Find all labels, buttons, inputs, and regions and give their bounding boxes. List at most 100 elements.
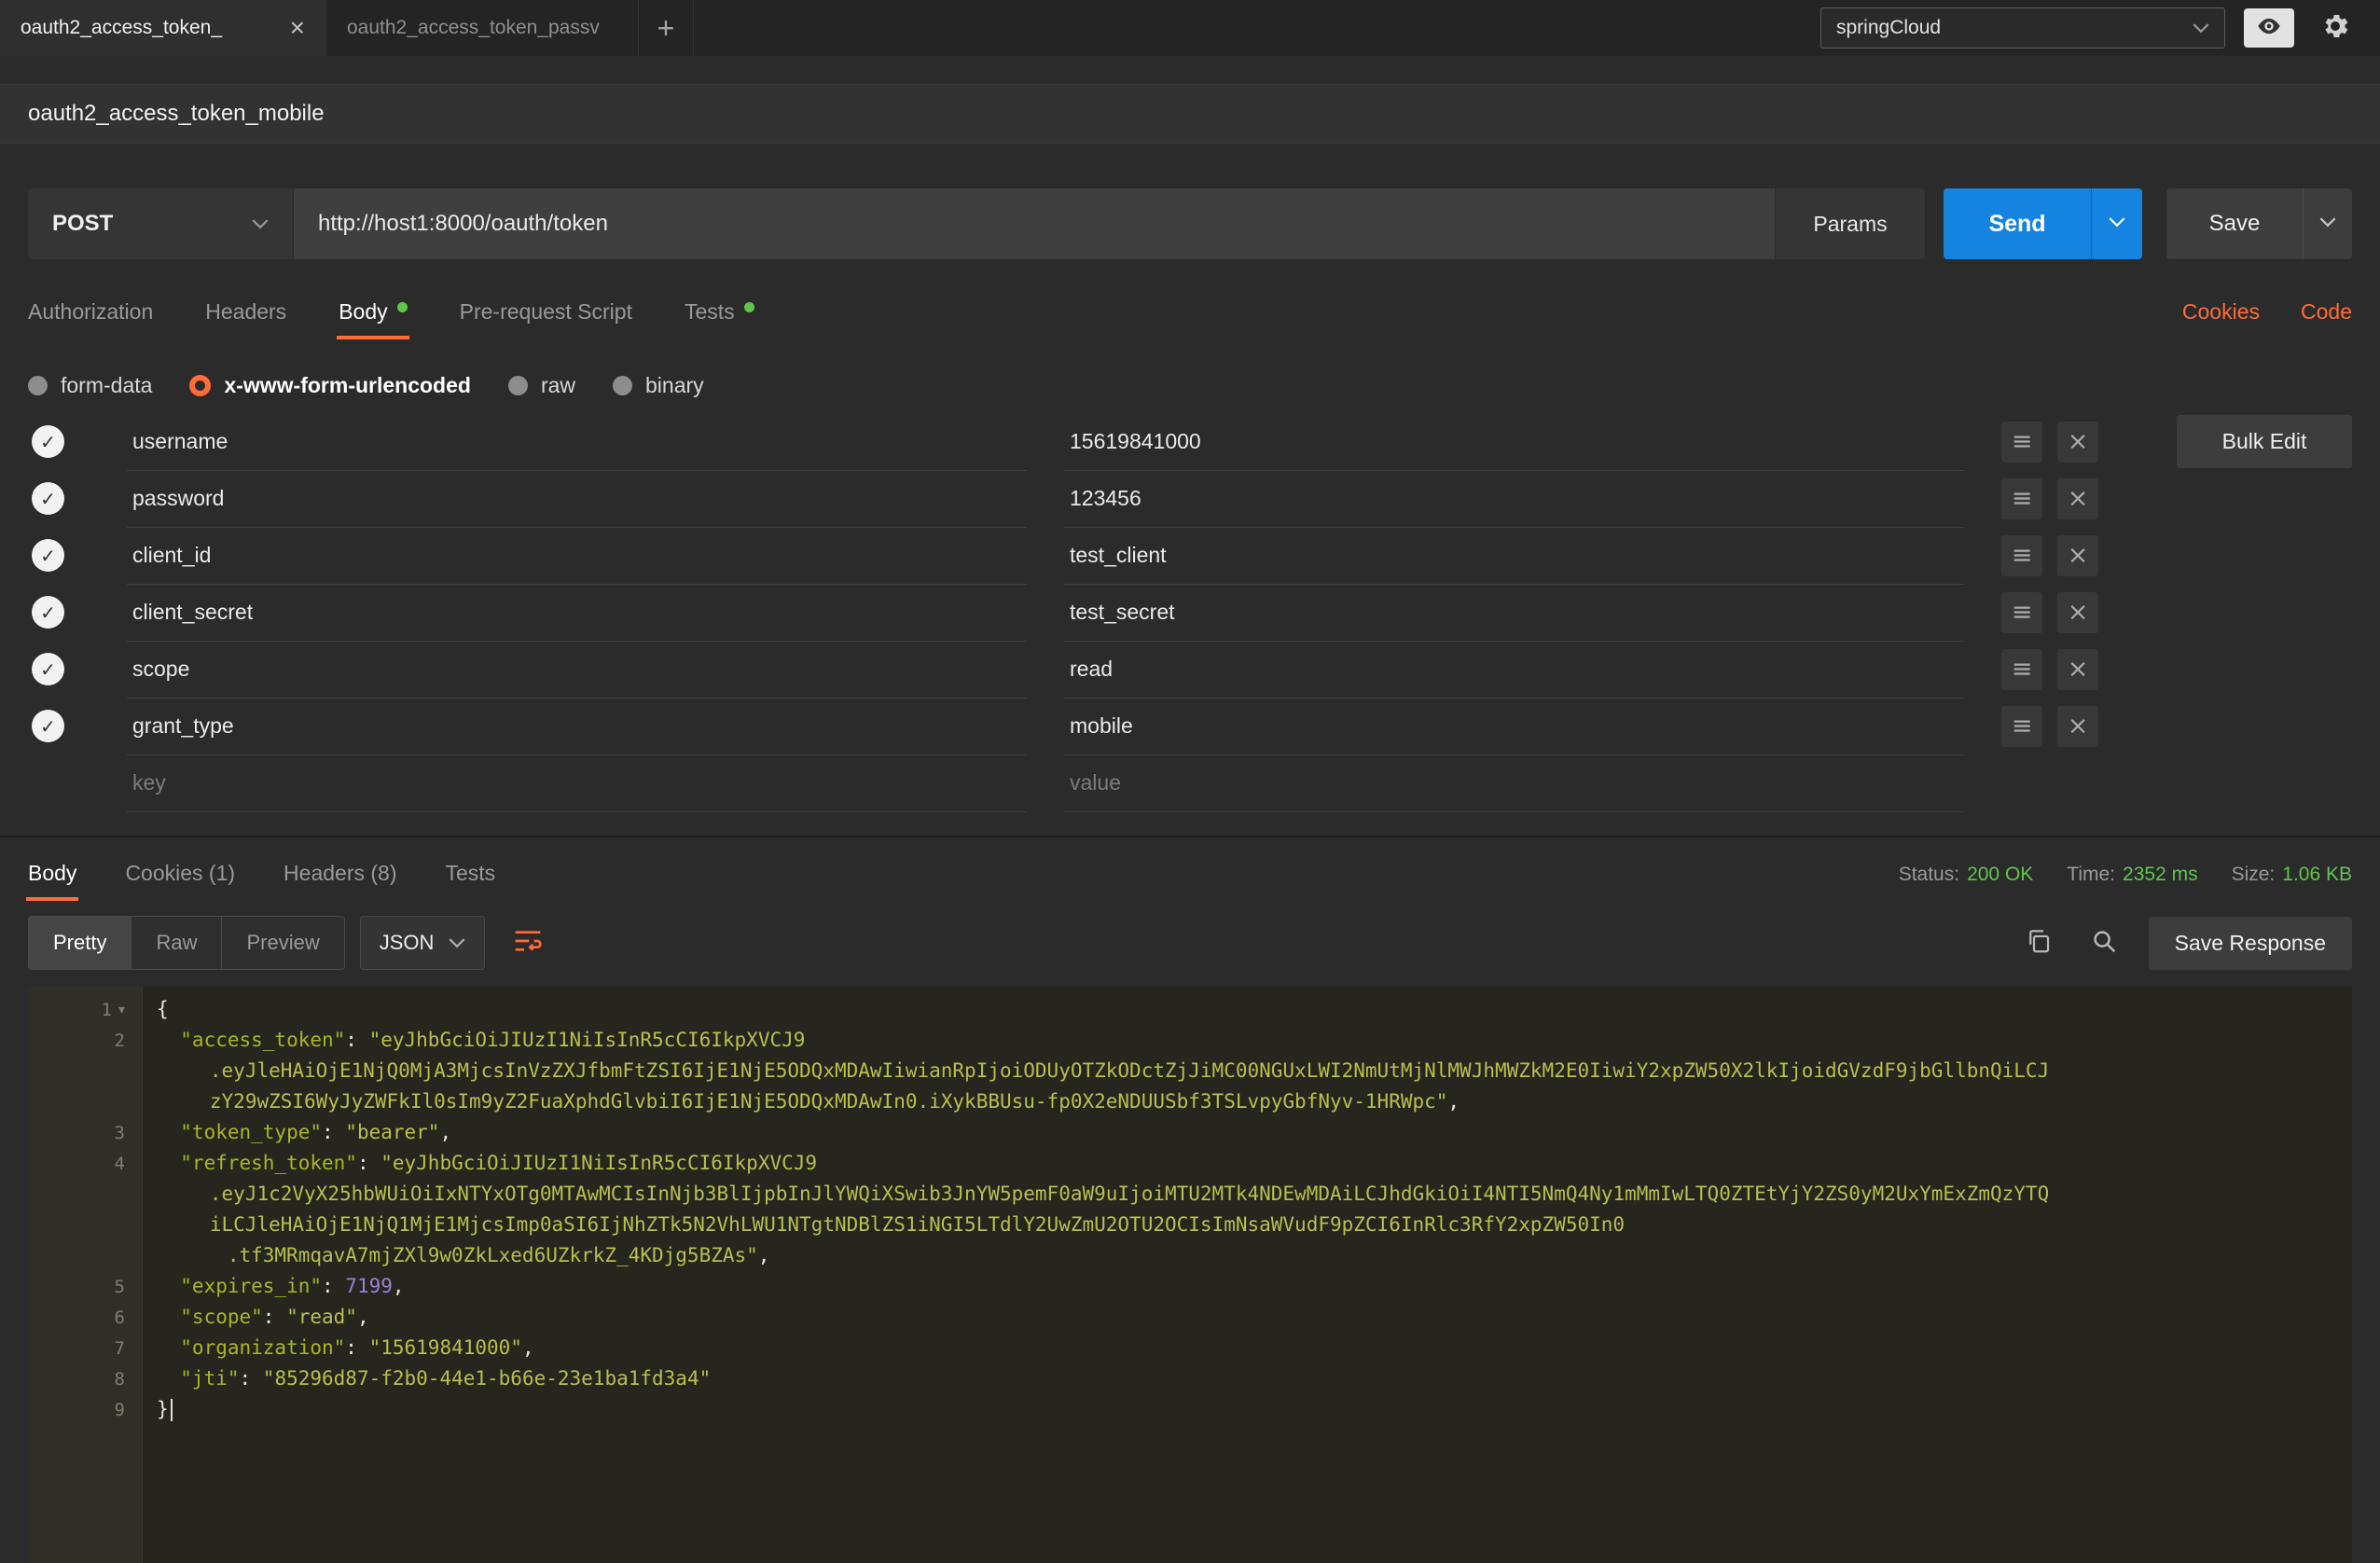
- param-value-input[interactable]: test_client: [1064, 527, 1964, 585]
- view-mode-preview[interactable]: Preview: [222, 917, 343, 969]
- delete-row-icon[interactable]: ×: [2057, 535, 2098, 576]
- param-value-input[interactable]: mobile: [1064, 698, 1964, 755]
- param-enabled-checkbox[interactable]: ✓: [28, 596, 90, 629]
- response-tab-cookies[interactable]: Cookies (1): [125, 861, 235, 901]
- delete-row-icon[interactable]: ×: [2057, 706, 2098, 747]
- param-key-input[interactable]: grant_type: [127, 698, 1027, 755]
- param-enabled-checkbox[interactable]: ✓: [28, 710, 90, 742]
- close-icon[interactable]: ×: [273, 15, 305, 41]
- code-link[interactable]: Code: [2301, 299, 2352, 325]
- method-select[interactable]: POST: [28, 188, 294, 259]
- environment-preview-button[interactable]: [2244, 8, 2294, 48]
- response-meta: Status: 200 OK Time: 2352 ms Size: 1.06 …: [1899, 864, 2352, 901]
- drag-handle-icon[interactable]: ≡: [2001, 706, 2042, 747]
- param-key-input[interactable]: key: [127, 754, 1027, 812]
- size-badge: Size: 1.06 KB: [2232, 864, 2352, 886]
- time-badge: Time: 2352 ms: [2067, 864, 2197, 886]
- search-button[interactable]: [2083, 922, 2124, 963]
- check-icon: ✓: [40, 658, 56, 681]
- param-key-input[interactable]: client_id: [127, 527, 1027, 585]
- checkbox-circle: ✓: [32, 653, 64, 685]
- drag-handle-icon[interactable]: ≡: [2001, 535, 2042, 576]
- tab-pre-request-script[interactable]: Pre-request Script: [460, 299, 632, 339]
- drag-handle-icon[interactable]: ≡: [2001, 649, 2042, 690]
- kv-row: ✓ client_secret test_secret ≡ ×: [28, 584, 2141, 641]
- environment-select[interactable]: springCloud: [1820, 7, 2225, 48]
- code-content: .eyJleHAiOjE1NjQ0MjA3MjcsInVzZXJfbmFtZSI…: [142, 1056, 2049, 1086]
- status-badge: Status: 200 OK: [1899, 864, 2034, 886]
- param-value-input[interactable]: test_secret: [1064, 584, 1964, 642]
- new-tab-button[interactable]: +: [639, 0, 694, 56]
- send-options-button[interactable]: [2091, 188, 2142, 259]
- delete-row-icon[interactable]: ×: [2057, 422, 2098, 463]
- mode-x-www-form-urlencoded[interactable]: x-www-form-urlencoded: [189, 373, 471, 398]
- code-content: "access_token": "eyJhbGciOiJIUzI1NiIsInR…: [142, 1025, 805, 1056]
- urlencoded-params-area: ✓username15619841000≡×✓password123456≡×✓…: [28, 413, 2352, 811]
- param-enabled-checkbox[interactable]: ✓: [28, 653, 90, 685]
- drag-handle-icon[interactable]: ≡: [2001, 592, 2042, 633]
- method-label: POST: [52, 211, 113, 237]
- code-content: "jti": "85296d87-f2b0-44e1-b66e-23e1ba1f…: [142, 1363, 711, 1394]
- tab-tests[interactable]: Tests: [685, 299, 754, 339]
- mode-raw[interactable]: raw: [508, 373, 575, 398]
- mode-form-data[interactable]: form-data: [28, 373, 152, 398]
- param-key-input[interactable]: client_secret: [127, 584, 1027, 642]
- view-mode-raw[interactable]: Raw: [131, 917, 222, 969]
- url-value: http://host1:8000/oauth/token: [318, 211, 608, 237]
- tab-headers[interactable]: Headers: [205, 299, 286, 339]
- code-line: iLCJleHAiOjE1NjQ1MjE1MjcsImp0aSI6IjNhZTk…: [28, 1210, 2352, 1240]
- response-body-viewer[interactable]: 1▾{2"access_token": "eyJhbGciOiJIUzI1NiI…: [28, 987, 2352, 1563]
- tab-body[interactable]: Body: [339, 299, 407, 339]
- param-enabled-checkbox[interactable]: ✓: [28, 539, 90, 572]
- bulk-edit-wrap: Bulk Edit: [2141, 413, 2352, 468]
- drag-handle-icon[interactable]: ≡: [2001, 478, 2042, 519]
- delete-row-icon[interactable]: ×: [2057, 478, 2098, 519]
- copy-button[interactable]: [2018, 922, 2059, 963]
- bulk-edit-button[interactable]: Bulk Edit: [2177, 415, 2352, 468]
- request-tab-active[interactable]: oauth2_access_token_ ×: [0, 0, 326, 56]
- save-response-button[interactable]: Save Response: [2149, 917, 2352, 970]
- kv-row: key value: [28, 754, 2141, 811]
- line-number: 3: [28, 1123, 142, 1143]
- param-value-input[interactable]: 123456: [1064, 470, 1964, 528]
- cookies-link[interactable]: Cookies: [2182, 299, 2260, 325]
- delete-row-icon[interactable]: ×: [2057, 649, 2098, 690]
- settings-button[interactable]: [2313, 6, 2358, 50]
- save-button[interactable]: Save: [2166, 188, 2303, 259]
- code-content: "scope": "read",: [142, 1302, 369, 1333]
- param-enabled-checkbox[interactable]: ✓: [28, 482, 90, 515]
- environment-controls: springCloud: [1820, 0, 2380, 56]
- request-tab-inactive[interactable]: oauth2_access_token_passv: [326, 0, 639, 56]
- response-tab-body[interactable]: Body: [28, 861, 76, 901]
- param-key-input[interactable]: scope: [127, 641, 1027, 699]
- radio-icon: [613, 376, 632, 395]
- wrap-lines-button[interactable]: [502, 917, 554, 969]
- format-select[interactable]: JSON: [360, 916, 486, 970]
- param-value-input[interactable]: read: [1064, 641, 1964, 699]
- param-value-input[interactable]: value: [1064, 754, 1964, 812]
- toolbar-right: Save Response: [2018, 917, 2352, 970]
- response-tab-headers[interactable]: Headers (8): [284, 861, 396, 901]
- send-button[interactable]: Send: [1944, 188, 2091, 259]
- gear-icon: [2319, 10, 2351, 47]
- row-icons: ≡×: [2001, 706, 2141, 747]
- radio-icon: [508, 376, 528, 395]
- view-mode-pretty[interactable]: Pretty: [29, 917, 131, 969]
- param-value-input[interactable]: 15619841000: [1064, 413, 1964, 471]
- line-number: 8: [28, 1369, 142, 1390]
- drag-handle-icon[interactable]: ≡: [2001, 422, 2042, 463]
- mode-binary[interactable]: binary: [613, 373, 704, 398]
- param-key-input[interactable]: username: [127, 413, 1027, 471]
- delete-row-icon[interactable]: ×: [2057, 592, 2098, 633]
- check-icon: ✓: [40, 602, 56, 624]
- fold-toggle-icon[interactable]: ▾: [118, 1003, 125, 1017]
- params-button[interactable]: Params: [1775, 188, 1925, 259]
- param-key-input[interactable]: password: [127, 470, 1027, 528]
- save-options-button[interactable]: [2303, 188, 2352, 259]
- url-input[interactable]: http://host1:8000/oauth/token: [294, 188, 1775, 259]
- param-enabled-checkbox[interactable]: ✓: [28, 425, 90, 458]
- tab-authorization[interactable]: Authorization: [28, 299, 153, 339]
- app-tab-bar: oauth2_access_token_ × oauth2_access_tok…: [0, 0, 2380, 56]
- radio-icon: [28, 376, 48, 395]
- response-tab-tests[interactable]: Tests: [445, 861, 495, 901]
